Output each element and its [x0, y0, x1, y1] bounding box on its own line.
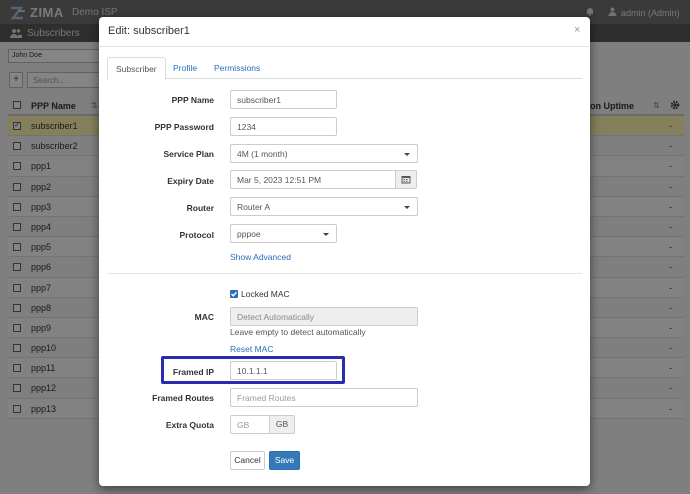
mac-help-text: Leave empty to detect automatically: [230, 327, 366, 337]
dialog-title: Edit: subscriber1: [108, 25, 190, 37]
tab-permissions[interactable]: Permissions: [206, 57, 268, 79]
protocol-value: pppoe: [237, 229, 261, 239]
section-divider: [107, 273, 582, 274]
show-advanced-link[interactable]: Show Advanced: [230, 252, 291, 262]
tab-subscriber[interactable]: Subscriber: [107, 57, 166, 80]
protocol-label: Protocol: [179, 230, 214, 240]
service-plan-value: 4M (1 month): [237, 149, 288, 159]
chevron-down-icon: [323, 233, 329, 236]
router-value: Router A: [237, 202, 271, 212]
framed-routes-label: Framed Routes: [152, 393, 214, 403]
service-plan-label: Service Plan: [163, 149, 214, 159]
cancel-button[interactable]: Cancel: [230, 451, 265, 470]
save-button[interactable]: Save: [269, 451, 300, 470]
dialog-header: Edit: subscriber1 ×: [99, 17, 590, 47]
extra-quota-unit: GB: [269, 415, 295, 434]
mac-label: MAC: [194, 312, 214, 322]
protocol-select[interactable]: pppoe: [230, 224, 337, 243]
locked-mac-checkbox[interactable]: [230, 290, 238, 298]
calendar-icon: [401, 176, 411, 184]
dialog-tabs: Subscriber Profile Permissions: [107, 57, 582, 80]
extra-quota-label: Extra Quota: [165, 420, 214, 430]
expiry-date-label: Expiry Date: [167, 176, 214, 186]
calendar-button[interactable]: [395, 170, 417, 189]
close-icon[interactable]: ×: [574, 24, 580, 36]
tab-profile[interactable]: Profile: [165, 57, 205, 79]
ppp-password-label: PPP Password: [154, 122, 214, 132]
mac-input: Detect Automatically: [230, 307, 418, 326]
framed-routes-input[interactable]: Framed Routes: [230, 388, 418, 407]
edit-subscriber-dialog: Edit: subscriber1 × Subscriber Profile P…: [99, 17, 590, 486]
framed-ip-label: Framed IP: [172, 367, 214, 377]
checkmark-icon: [231, 291, 238, 297]
framed-ip-input[interactable]: 10.1.1.1: [230, 361, 337, 380]
extra-quota-input[interactable]: GB: [230, 415, 270, 434]
reset-mac-link[interactable]: Reset MAC: [230, 344, 273, 354]
locked-mac-label[interactable]: Locked MAC: [241, 289, 290, 299]
chevron-down-icon: [404, 153, 410, 156]
service-plan-select[interactable]: 4M (1 month): [230, 144, 418, 163]
ppp-password-input[interactable]: 1234: [230, 117, 337, 136]
ppp-name-input[interactable]: subscriber1: [230, 90, 337, 109]
router-select[interactable]: Router A: [230, 197, 418, 216]
expiry-date-input[interactable]: Mar 5, 2023 12:51 PM: [230, 170, 396, 189]
chevron-down-icon: [404, 206, 410, 209]
router-label: Router: [186, 203, 214, 213]
ppp-name-label: PPP Name: [171, 95, 214, 105]
